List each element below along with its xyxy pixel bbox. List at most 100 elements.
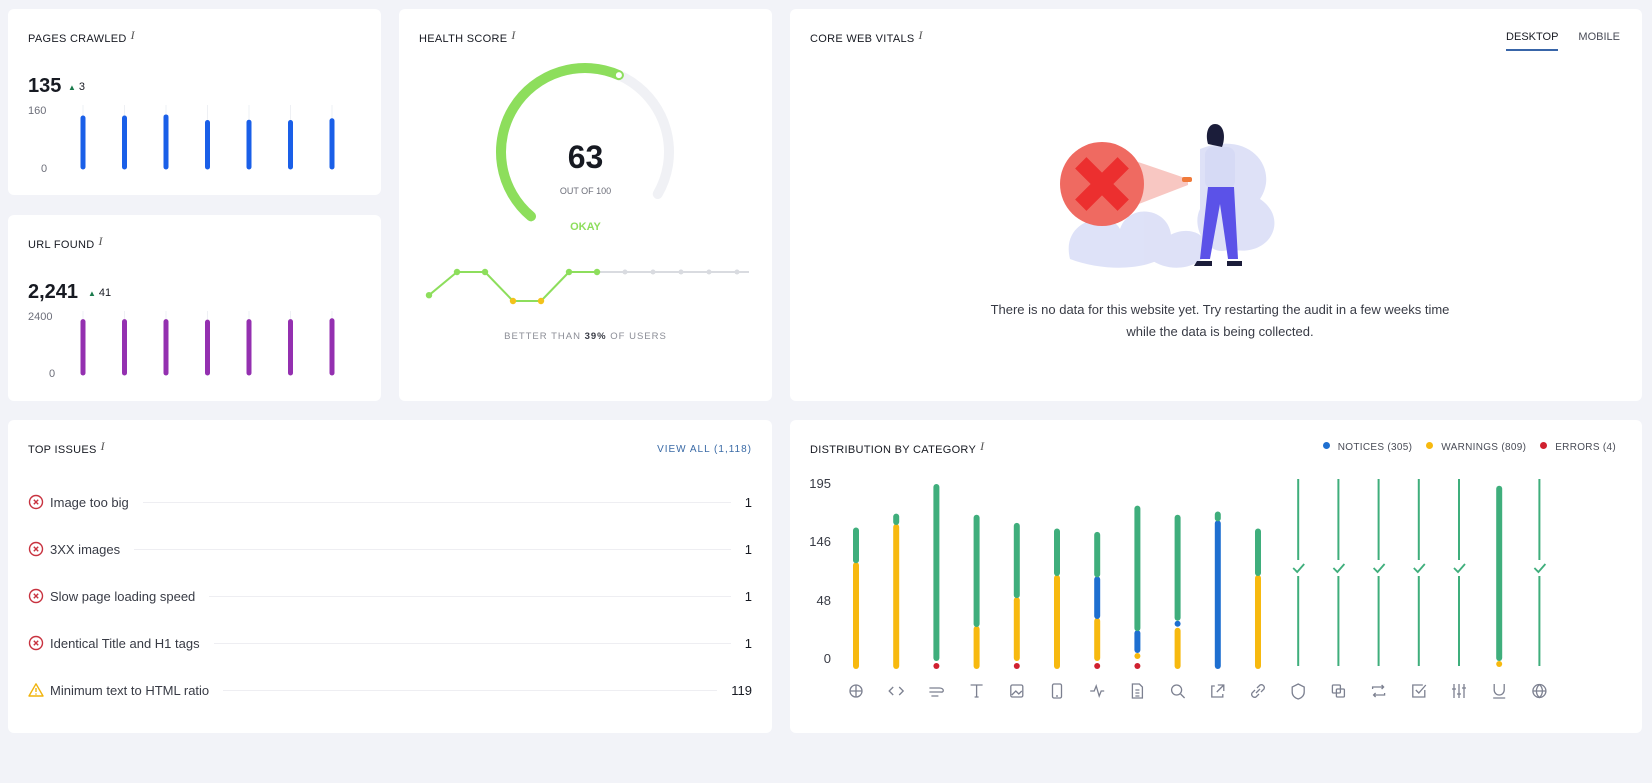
legend-errors[interactable]: ERRORS (4) — [1540, 442, 1616, 453]
url-found-chart — [80, 311, 335, 376]
mobile-icon[interactable] — [1051, 683, 1063, 699]
history-segment — [540, 271, 570, 302]
legend-warnings[interactable]: WARNINGS (809) — [1426, 442, 1526, 453]
history-point — [509, 297, 517, 305]
history-point — [706, 269, 712, 275]
distribution-title: Distribution by Category i — [810, 439, 985, 456]
checkbox-icon[interactable] — [1412, 684, 1427, 698]
view-all-link[interactable]: VIEW ALL (1,118) — [657, 444, 752, 455]
no-data-illustration — [1060, 124, 1275, 268]
divider — [209, 595, 731, 597]
history-point — [678, 269, 684, 275]
image-icon[interactable] — [1010, 684, 1024, 698]
health-score-value: 63 — [567, 139, 604, 175]
check-icon — [1413, 563, 1426, 574]
error-circle-icon — [28, 494, 44, 510]
text-icon[interactable] — [970, 684, 983, 698]
distribution-card: 195 146 48 0 Distribution by Category i NOTI… — [790, 420, 1642, 733]
redirect-icon[interactable] — [1371, 684, 1386, 698]
issue-label[interactable]: Minimum text to HTML ratio — [50, 683, 209, 698]
divider — [223, 689, 718, 691]
issue-row[interactable]: Slow page loading speed 1 — [28, 586, 752, 606]
bar-warning-dot — [1134, 653, 1141, 659]
speed-icon[interactable] — [929, 687, 944, 697]
underline-icon[interactable] — [1493, 684, 1506, 699]
divider — [213, 642, 731, 644]
issue-count[interactable]: 1 — [745, 636, 752, 651]
issue-row[interactable]: Identical Title and H1 tags 1 — [28, 633, 752, 653]
error-circle-icon — [28, 635, 44, 651]
bar-warning-dot — [1496, 661, 1503, 667]
issue-label[interactable]: Identical Title and H1 tags — [50, 636, 200, 651]
issue-row[interactable]: Minimum text to HTML ratio 119 — [28, 680, 752, 700]
y-tick-label: 48 — [817, 593, 831, 608]
y-tick-label: 0 — [824, 651, 831, 666]
issue-row[interactable]: 3XX images 1 — [28, 539, 752, 559]
core-web-vitals-title: Core Web Vitals i — [810, 28, 923, 45]
issue-count[interactable]: 1 — [745, 589, 752, 604]
history-point — [734, 269, 740, 275]
search-icon[interactable] — [1170, 684, 1186, 699]
notice-dot — [1322, 442, 1330, 449]
issue-label[interactable]: Slow page loading speed — [50, 589, 195, 604]
document-icon[interactable] — [1131, 683, 1144, 699]
history-point — [537, 297, 545, 305]
y-tick-label: 195 — [809, 476, 831, 491]
bar-error-dot — [1013, 663, 1020, 669]
history-point — [565, 268, 573, 276]
no-data-message: There is no data for this website yet. T… — [990, 302, 1450, 339]
health-gauge — [425, 63, 749, 305]
issue-label[interactable]: 3XX images — [50, 542, 120, 557]
issue-count[interactable]: 119 — [731, 683, 752, 698]
device-tabs: DESKTOP MOBILE — [1506, 31, 1620, 51]
legend-notices[interactable]: NOTICES (305) — [1322, 442, 1412, 453]
sliders-icon[interactable] — [1452, 684, 1466, 698]
globe-icon[interactable] — [1532, 683, 1547, 699]
error-dot — [1540, 442, 1548, 449]
pages-crawled-card: Pages Crawled i 135 ▲ 3 160 0 — [8, 9, 381, 195]
gauge-marker — [615, 72, 622, 79]
error-circle-icon — [28, 588, 44, 604]
top-issues-title: Top Issues i — [28, 439, 105, 456]
info-icon[interactable]: i — [101, 439, 105, 453]
link-icon[interactable] — [1251, 684, 1265, 698]
check-icon — [1533, 563, 1547, 574]
issue-row[interactable]: Image too big 1 — [28, 492, 752, 512]
history-point — [425, 292, 433, 299]
warning-triangle-icon — [28, 683, 44, 697]
history-point — [622, 269, 628, 275]
distribution-chart: 195 146 48 0 — [809, 476, 1547, 700]
history-point — [453, 268, 461, 276]
health-score-out-of: OUT OF 100 — [559, 186, 612, 196]
code-icon[interactable] — [888, 686, 905, 696]
info-icon[interactable]: i — [980, 439, 984, 453]
duplicate-icon[interactable] — [1331, 684, 1346, 698]
history-point — [650, 269, 656, 275]
issue-label[interactable]: Image too big — [50, 495, 129, 510]
external-link-icon[interactable] — [1211, 684, 1225, 698]
pulse-icon[interactable] — [1090, 684, 1105, 698]
bar-notice-dot — [1174, 620, 1181, 627]
divider — [142, 501, 731, 503]
history-segment — [428, 271, 458, 296]
divider — [134, 548, 731, 550]
issue-count[interactable]: 1 — [745, 542, 752, 557]
top-issues-card: Top Issues i VIEW ALL (1,118) Image too b… — [8, 420, 772, 733]
crawl-icon[interactable] — [849, 684, 863, 698]
info-icon[interactable]: i — [919, 28, 923, 42]
health-score-status: OKAY — [570, 221, 601, 233]
issue-count[interactable]: 1 — [745, 495, 752, 510]
tab-desktop[interactable]: DESKTOP — [1506, 31, 1559, 51]
better-than-text: BETTER THAN 39% OF USERS — [504, 331, 667, 342]
check-icon — [1332, 563, 1346, 574]
error-circle-icon — [28, 541, 44, 557]
tab-mobile[interactable]: MOBILE — [1578, 31, 1620, 51]
check-icon — [1453, 563, 1466, 574]
history-point — [593, 268, 601, 276]
check-icon — [1372, 563, 1386, 574]
distribution-legend: NOTICES (305) WARNINGS (809) ERRORS (4) — [1322, 442, 1616, 453]
bar-error-dot — [933, 663, 940, 669]
y-tick-label: 146 — [809, 534, 831, 549]
shield-icon[interactable] — [1291, 683, 1305, 700]
warning-dot — [1426, 442, 1434, 449]
